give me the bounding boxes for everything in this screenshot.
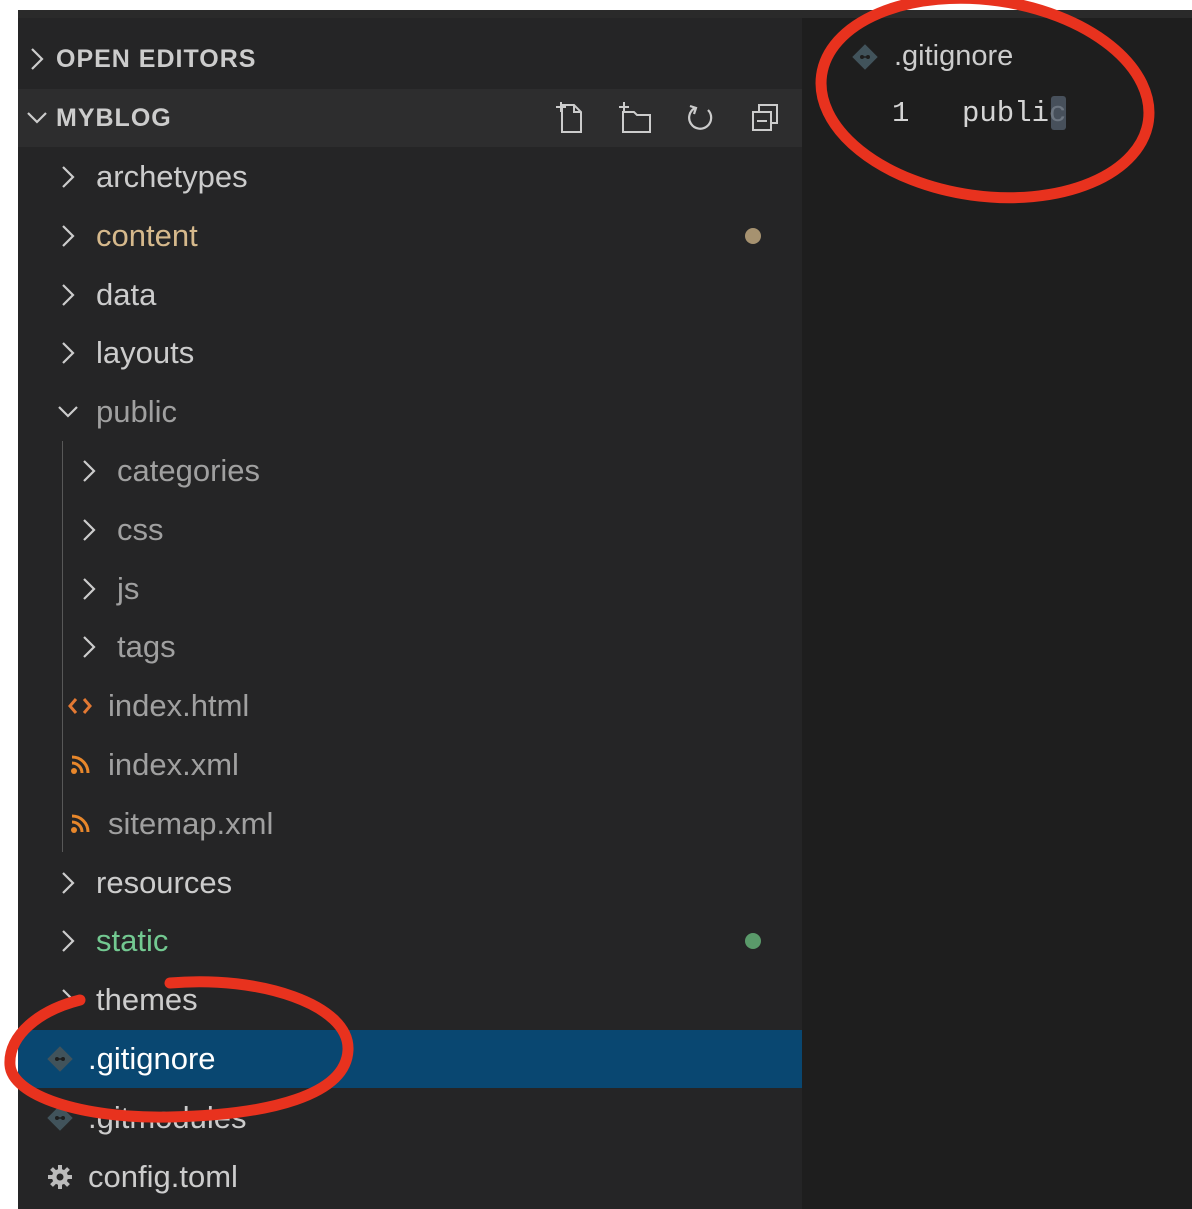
chevron-right-icon [54, 164, 82, 190]
rss-icon [66, 754, 94, 776]
tree-item-label: .gitmodules [88, 1100, 247, 1135]
chevron-right-icon [75, 458, 103, 484]
top-bar [18, 10, 1192, 18]
chevron-right-icon [18, 46, 56, 72]
tree-item-label: .gitignore [88, 1041, 216, 1076]
line-number: 1 [892, 96, 910, 130]
new-file-icon[interactable] [554, 101, 584, 135]
tree-item-label: data [96, 277, 157, 312]
project-label: MYBLOG [56, 103, 172, 132]
text-cursor [1051, 96, 1067, 130]
git-icon [46, 1105, 74, 1131]
tree-item-label: js [117, 571, 140, 606]
tree-file-config-toml[interactable]: config.toml [18, 1148, 830, 1206]
rss-icon [66, 813, 94, 835]
tree-file-sitemap-xml[interactable]: sitemap.xml [18, 795, 850, 853]
git-icon [852, 43, 878, 70]
tree-folder-resources[interactable]: resources [18, 854, 838, 912]
code-line[interactable]: 1 public [892, 96, 1067, 130]
tree-item-label: categories [117, 453, 261, 488]
chevron-right-icon [54, 870, 82, 896]
gear-icon [46, 1164, 74, 1190]
tree-item-label: sitemap.xml [108, 806, 274, 841]
new-folder-icon[interactable] [618, 102, 652, 134]
chevron-down-icon [54, 404, 82, 420]
tree-file-gitignore[interactable]: .gitignore [18, 1030, 830, 1088]
tree-item-label: archetypes [96, 159, 248, 194]
tree-item-label: static [96, 923, 169, 958]
tree-folder-layouts[interactable]: layouts [18, 324, 838, 382]
chevron-right-icon [75, 634, 103, 660]
chevron-right-icon [54, 928, 82, 954]
explorer-sidebar: OPEN EDITORS MYBLOG archetypes content d… [18, 18, 830, 1209]
chevron-right-icon [75, 517, 103, 543]
tree-item-label: index.xml [108, 747, 239, 782]
tree-item-label: resources [96, 865, 233, 900]
chevron-down-icon [18, 110, 56, 126]
explorer-actions [554, 89, 780, 147]
tree-item-label: index.html [108, 688, 250, 723]
editor-tab-title: .gitignore [894, 40, 1014, 72]
tree-folder-categories[interactable]: categories [18, 442, 859, 500]
git-icon [46, 1046, 74, 1072]
chevron-right-icon [54, 987, 82, 1013]
tree-file-index-xml[interactable]: index.xml [18, 736, 850, 794]
vscode-window: OPEN EDITORS MYBLOG archetypes content d… [18, 10, 1192, 1209]
chevron-right-icon [54, 282, 82, 308]
html-icon [66, 696, 94, 716]
tree-folder-data[interactable]: data [18, 266, 838, 324]
collapse-all-icon[interactable] [750, 102, 780, 134]
tree-file-gitmodules[interactable]: .gitmodules [18, 1089, 830, 1147]
git-status-dot [745, 933, 761, 949]
tree-item-label: content [96, 218, 198, 253]
tree-folder-themes[interactable]: themes [18, 971, 838, 1029]
tree-folder-public[interactable]: public [18, 383, 838, 441]
editor-pane: .gitignore 1 public [802, 18, 1192, 1209]
tree-folder-content[interactable]: content [18, 207, 838, 265]
open-editors-header[interactable]: OPEN EDITORS [18, 30, 802, 88]
refresh-icon[interactable] [686, 102, 716, 134]
open-editors-label: OPEN EDITORS [56, 44, 257, 73]
tree-item-label: config.toml [88, 1159, 238, 1194]
tree-item-label: css [117, 512, 164, 547]
tree-file-index-html[interactable]: index.html [18, 677, 850, 735]
tree-item-label: themes [96, 982, 198, 1017]
tree-item-label: public [96, 394, 177, 429]
tree-folder-archetypes[interactable]: archetypes [18, 148, 838, 206]
chevron-right-icon [54, 223, 82, 249]
editor-tab[interactable]: .gitignore [852, 40, 1013, 73]
git-status-dot [745, 228, 761, 244]
project-header[interactable]: MYBLOG [18, 89, 802, 147]
tree-item-label: layouts [96, 335, 195, 370]
chevron-right-icon [54, 340, 82, 366]
tree-item-label: tags [117, 629, 176, 664]
tree-folder-tags[interactable]: tags [18, 618, 859, 676]
tree-folder-static[interactable]: static [18, 912, 838, 970]
chevron-right-icon [75, 576, 103, 602]
tree-folder-js[interactable]: js [18, 560, 859, 618]
tree-folder-css[interactable]: css [18, 501, 859, 559]
